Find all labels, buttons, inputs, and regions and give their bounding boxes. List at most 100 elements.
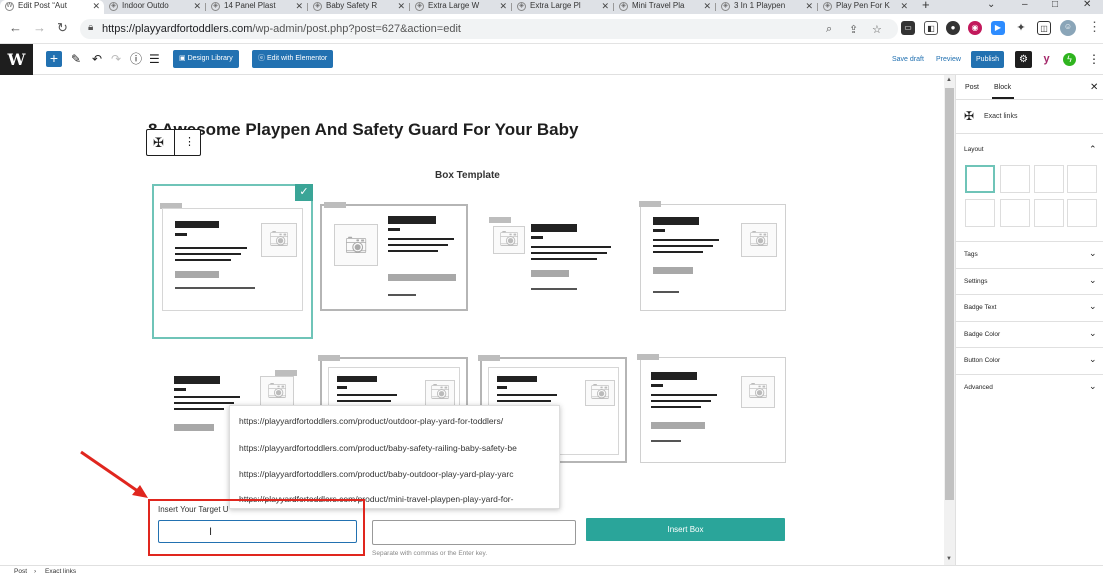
close-sidebar-icon[interactable]: ✕: [1090, 82, 1098, 93]
options-menu-icon[interactable]: ⋮: [1088, 52, 1100, 66]
chevron-down-icon[interactable]: ⌄: [1089, 275, 1097, 286]
section-badge-color[interactable]: Badge Color: [964, 331, 1000, 338]
suggestion-item[interactable]: https://playyardfortoddlers.com/product/…: [239, 469, 552, 479]
close-tab-icon[interactable]: ✕: [193, 0, 201, 12]
chrome-menu-icon[interactable]: ⋮: [1088, 20, 1101, 34]
layout-thumb-2[interactable]: [1000, 165, 1030, 193]
section-tags[interactable]: Tags: [964, 251, 978, 258]
template-option-4[interactable]: 📷︎: [639, 201, 786, 311]
close-tab-icon[interactable]: ✕: [805, 0, 813, 12]
suggestion-item[interactable]: https://playyardfortoddlers.com/product/…: [239, 443, 552, 453]
layout-thumb-4[interactable]: [1067, 165, 1097, 193]
maximize-icon[interactable]: □: [1052, 0, 1058, 10]
tab-extra-large-pl[interactable]: ◈ Extra Large Pl ✕: [512, 0, 613, 14]
section-advanced[interactable]: Advanced: [964, 384, 993, 391]
chevron-down-icon[interactable]: ⌄: [1089, 248, 1097, 259]
preview-button[interactable]: Preview: [936, 56, 961, 63]
block-type-icon[interactable]: ✠: [153, 135, 164, 151]
publish-button[interactable]: Publish: [971, 51, 1004, 68]
tab-indoor-outdoor[interactable]: ◈ Indoor Outdo ✕: [104, 0, 205, 14]
undo-icon[interactable]: ↶: [92, 52, 102, 66]
template-option-3[interactable]: 📷︎: [481, 204, 627, 311]
bookmark-star-icon[interactable]: ☆: [872, 23, 882, 36]
section-badge-text[interactable]: Badge Text: [964, 304, 996, 311]
tab-mini-travel[interactable]: ◈ Mini Travel Pla ✕: [614, 0, 715, 14]
section-layout[interactable]: Layout: [964, 146, 984, 153]
chevron-down-icon[interactable]: ⌄: [1089, 301, 1097, 312]
breadcrumb-block[interactable]: Exact links: [45, 568, 76, 575]
layout-thumb-8[interactable]: [1067, 199, 1097, 227]
close-tab-icon[interactable]: ✕: [900, 0, 908, 12]
details-info-icon[interactable]: ⓘ: [130, 52, 142, 66]
suggestion-item[interactable]: https://playyardfortoddlers.com/product/…: [239, 416, 552, 426]
section-button-color[interactable]: Button Color: [964, 357, 1000, 364]
block-options-icon[interactable]: ⋮: [184, 135, 195, 148]
list-view-icon[interactable]: ☰: [149, 52, 160, 66]
extension-icon[interactable]: ●: [946, 21, 960, 35]
chevron-up-icon[interactable]: ⌃: [1089, 144, 1097, 155]
profile-avatar[interactable]: ☺: [1060, 20, 1076, 36]
close-tab-icon[interactable]: ✕: [703, 0, 711, 12]
design-library-button[interactable]: ▣ Design Library: [173, 50, 239, 68]
extension-icon[interactable]: ◉: [968, 21, 982, 35]
scroll-down-icon[interactable]: ▼: [946, 556, 952, 562]
address-bar[interactable]: 🔒︎ https://playyardfortoddlers.com/wp-ad…: [80, 19, 898, 39]
tab-search-icon[interactable]: ⌄: [987, 0, 995, 10]
lock-icon[interactable]: 🔒︎: [88, 22, 93, 33]
template-option-2[interactable]: 📷︎: [320, 202, 468, 311]
chevron-down-icon[interactable]: ⌄: [1089, 354, 1097, 365]
layout-thumb-3[interactable]: [1034, 165, 1064, 193]
template-option-1[interactable]: 📷︎: [152, 184, 313, 339]
close-window-icon[interactable]: ✕: [1083, 0, 1091, 10]
jetpack-icon[interactable]: ϟ: [1061, 51, 1078, 68]
close-tab-icon[interactable]: ✕: [295, 0, 303, 12]
close-tab-icon[interactable]: ✕: [601, 0, 609, 12]
zoom-extension-icon[interactable]: ▶: [991, 21, 1005, 35]
chevron-down-icon[interactable]: ⌄: [1089, 381, 1097, 392]
puzzle-extensions-icon[interactable]: ✦: [1014, 21, 1028, 35]
zoom-icon[interactable]: ⌕: [826, 23, 832, 36]
tab-post[interactable]: Post: [965, 84, 979, 91]
new-tab-button[interactable]: +: [922, 0, 930, 11]
tab-3in1-playpen[interactable]: ◈ 3 In 1 Playpen ✕: [716, 0, 817, 14]
side-panel-icon[interactable]: ◫: [1037, 21, 1051, 35]
layout-thumb-5[interactable]: [965, 199, 995, 227]
tab-edit-post[interactable]: W Edit Post “Aut ✕: [0, 0, 104, 14]
redo-icon[interactable]: ↷: [111, 52, 121, 66]
template-option-8[interactable]: 📷︎: [637, 354, 786, 463]
layout-thumb-7[interactable]: [1034, 199, 1064, 227]
reload-icon[interactable]: ↻: [57, 21, 68, 35]
close-tab-icon[interactable]: ✕: [92, 0, 100, 12]
minimize-icon[interactable]: –: [1022, 0, 1028, 10]
highlight-box: [148, 499, 365, 556]
breadcrumb-post[interactable]: Post: [14, 568, 27, 575]
tab-baby-safety[interactable]: ◈ Baby Safety R ✕: [308, 0, 409, 14]
add-block-button[interactable]: +: [46, 51, 62, 67]
chevron-down-icon[interactable]: ⌄: [1089, 328, 1097, 339]
save-draft-button[interactable]: Save draft: [892, 56, 924, 63]
yoast-seo-icon[interactable]: y: [1038, 51, 1055, 68]
scroll-up-icon[interactable]: ▲: [946, 77, 952, 83]
edit-with-elementor-button[interactable]: ⓔ Edit with Elementor: [252, 50, 334, 68]
section-settings[interactable]: Settings: [964, 278, 988, 285]
back-icon[interactable]: ←: [9, 21, 22, 35]
insert-box-button[interactable]: Insert Box: [586, 518, 785, 541]
layout-thumb-1[interactable]: [965, 165, 995, 193]
close-tab-icon[interactable]: ✕: [499, 0, 507, 12]
scrollbar-thumb[interactable]: [945, 88, 954, 500]
tab-block[interactable]: Block: [994, 84, 1011, 91]
close-tab-icon[interactable]: ✕: [397, 0, 405, 12]
share-icon[interactable]: ⇪: [849, 23, 858, 36]
settings-gear-icon[interactable]: ⚙: [1015, 51, 1032, 68]
layout-thumb-6[interactable]: [1000, 199, 1030, 227]
tab-14-panel[interactable]: ◈ 14 Panel Plast ✕: [206, 0, 307, 14]
forward-icon[interactable]: →: [33, 21, 46, 35]
extension-icon[interactable]: ◧: [924, 21, 938, 35]
pencil-tools-icon[interactable]: ✎: [71, 52, 81, 66]
tab-play-pen[interactable]: ◈ Play Pen For K ✕: [818, 0, 912, 14]
extension-icon[interactable]: ▭: [901, 21, 915, 35]
tags-input[interactable]: [372, 520, 576, 545]
wordpress-logo-icon[interactable]: W: [0, 44, 33, 75]
tab-extra-large-w[interactable]: ◈ Extra Large W ✕: [410, 0, 511, 14]
post-title[interactable]: 8 Awesome Playpen And Safety Guard For Y…: [148, 120, 578, 140]
